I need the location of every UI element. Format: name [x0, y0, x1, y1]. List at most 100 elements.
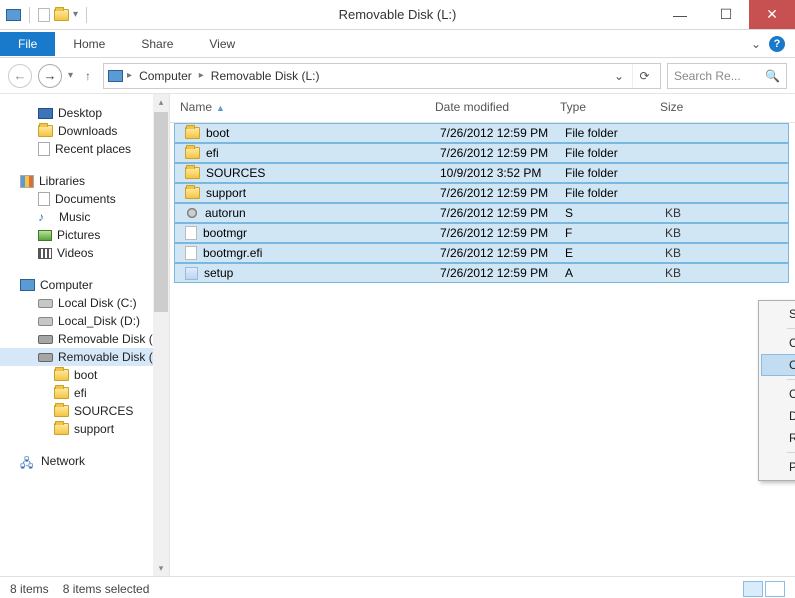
- address-bar[interactable]: ▸ Computer ▸ Removable Disk (L:) ⌄ ⟳: [103, 63, 661, 89]
- tab-share[interactable]: Share: [123, 32, 191, 56]
- sort-asc-icon: ▲: [216, 103, 225, 113]
- nav-localdisk-d[interactable]: Local_Disk (D:): [0, 312, 169, 330]
- file-name: bootmgr: [203, 226, 247, 240]
- nav-removable-l[interactable]: Removable Disk (: [0, 348, 169, 366]
- file-row[interactable]: efi7/26/2012 12:59 PMFile folder: [174, 143, 789, 163]
- gear-icon: [185, 206, 199, 220]
- properties-qat-icon[interactable]: [38, 8, 50, 22]
- file-date: 7/26/2012 12:59 PM: [440, 146, 565, 160]
- nav-folder-boot[interactable]: boot: [0, 366, 169, 384]
- file-size: KB: [665, 246, 788, 260]
- expand-ribbon-icon[interactable]: ⌄: [743, 37, 769, 51]
- libraries-icon: [20, 175, 34, 188]
- back-button[interactable]: ←: [8, 64, 32, 88]
- nav-removable-1[interactable]: Removable Disk (: [0, 330, 169, 348]
- computer-icon: [20, 279, 35, 291]
- nav-folder-support[interactable]: support: [0, 420, 169, 438]
- file-name: support: [206, 186, 246, 200]
- menu-item-rename[interactable]: Rename: [761, 427, 795, 449]
- refresh-icon[interactable]: ⟳: [632, 64, 656, 88]
- file-row[interactable]: bootmgr7/26/2012 12:59 PMFKB: [174, 223, 789, 243]
- navigation-pane: Desktop Downloads Recent places Librarie…: [0, 94, 170, 576]
- forward-button[interactable]: →: [38, 64, 62, 88]
- file-name: setup: [204, 266, 233, 280]
- details-view-button[interactable]: [743, 581, 763, 597]
- pictures-icon: [38, 230, 52, 241]
- scroll-up-icon[interactable]: ▴: [153, 94, 169, 110]
- header-name[interactable]: Name▲: [180, 100, 435, 114]
- search-input[interactable]: Search Re... 🔍: [667, 63, 787, 89]
- icons-view-button[interactable]: [765, 581, 785, 597]
- recent-locations-icon[interactable]: ▾: [68, 70, 73, 81]
- menu-item-create-shortcut[interactable]: Create shortcut: [761, 383, 795, 405]
- file-size: KB: [665, 266, 788, 280]
- file-row[interactable]: setup7/26/2012 12:59 PMAKB: [174, 263, 789, 283]
- breadcrumb-disk[interactable]: Removable Disk (L:): [208, 69, 323, 83]
- menu-separator: [787, 328, 795, 329]
- minimize-button[interactable]: —: [657, 0, 703, 29]
- tab-view[interactable]: View: [191, 32, 253, 56]
- file-row[interactable]: bootmgr.efi7/26/2012 12:59 PMEKB: [174, 243, 789, 263]
- header-type[interactable]: Type: [560, 100, 660, 114]
- nav-network[interactable]: 🖧Network: [0, 452, 169, 470]
- breadcrumb-computer[interactable]: Computer: [136, 69, 195, 83]
- nav-folder-efi[interactable]: efi: [0, 384, 169, 402]
- folder-icon: [54, 423, 69, 435]
- nav-computer[interactable]: Computer: [0, 276, 169, 294]
- chevron-right-icon[interactable]: ▸: [199, 70, 204, 81]
- nav-documents[interactable]: Documents: [0, 190, 169, 208]
- nav-scrollbar[interactable]: ▴ ▾: [153, 94, 169, 576]
- search-icon: 🔍: [765, 69, 780, 83]
- folder-icon: [185, 167, 200, 179]
- file-date: 7/26/2012 12:59 PM: [440, 126, 565, 140]
- file-row[interactable]: support7/26/2012 12:59 PMFile folder: [174, 183, 789, 203]
- folder-icon: [185, 127, 200, 139]
- new-folder-qat-icon[interactable]: [54, 9, 69, 21]
- location-icon: [108, 70, 123, 82]
- menu-item-properties[interactable]: Properties: [761, 456, 795, 478]
- folder-icon: [38, 125, 53, 137]
- nav-pictures[interactable]: Pictures: [0, 226, 169, 244]
- file-icon: [185, 246, 197, 260]
- nav-libraries[interactable]: Libraries: [0, 172, 169, 190]
- header-date[interactable]: Date modified: [435, 100, 560, 114]
- usb-icon: [38, 335, 53, 344]
- menu-item-cut[interactable]: Cut: [761, 332, 795, 354]
- nav-music[interactable]: ♪Music: [0, 208, 169, 226]
- header-size[interactable]: Size: [660, 100, 795, 114]
- documents-icon: [38, 192, 50, 206]
- menu-item-delete[interactable]: Delete: [761, 405, 795, 427]
- menu-separator: [787, 379, 795, 380]
- qat-dropdown-icon[interactable]: ▾: [73, 9, 78, 20]
- quick-access-toolbar: ▾: [0, 7, 91, 23]
- nav-desktop[interactable]: Desktop: [0, 104, 169, 122]
- videos-icon: [38, 248, 52, 259]
- file-date: 10/9/2012 3:52 PM: [440, 166, 565, 180]
- tab-home[interactable]: Home: [55, 32, 123, 56]
- nav-downloads[interactable]: Downloads: [0, 122, 169, 140]
- file-row[interactable]: autorun7/26/2012 12:59 PMSKB: [174, 203, 789, 223]
- file-row[interactable]: SOURCES10/9/2012 3:52 PMFile folder: [174, 163, 789, 183]
- menu-item-copy[interactable]: Copy: [761, 354, 795, 376]
- up-button[interactable]: ↑: [79, 69, 97, 83]
- help-icon[interactable]: ?: [769, 36, 785, 52]
- menu-item-send-to[interactable]: Send to▶: [761, 303, 795, 325]
- file-row[interactable]: boot7/26/2012 12:59 PMFile folder: [174, 123, 789, 143]
- scrollbar-thumb[interactable]: [154, 112, 168, 312]
- scroll-down-icon[interactable]: ▾: [153, 560, 169, 576]
- file-tab[interactable]: File: [0, 32, 55, 56]
- folder-icon: [185, 147, 200, 159]
- file-size: KB: [665, 206, 788, 220]
- file-type: File folder: [565, 126, 665, 140]
- nav-videos[interactable]: Videos: [0, 244, 169, 262]
- status-bar: 8 items 8 items selected: [0, 576, 795, 598]
- maximize-button[interactable]: ☐: [703, 0, 749, 29]
- close-button[interactable]: ✕: [749, 0, 795, 29]
- nav-recent[interactable]: Recent places: [0, 140, 169, 158]
- nav-localdisk-c[interactable]: Local Disk (C:): [0, 294, 169, 312]
- usb-icon: [38, 353, 53, 362]
- nav-folder-sources[interactable]: SOURCES: [0, 402, 169, 420]
- history-dropdown-icon[interactable]: ⌄: [610, 69, 628, 83]
- chevron-right-icon[interactable]: ▸: [127, 70, 132, 81]
- file-type: A: [565, 266, 665, 280]
